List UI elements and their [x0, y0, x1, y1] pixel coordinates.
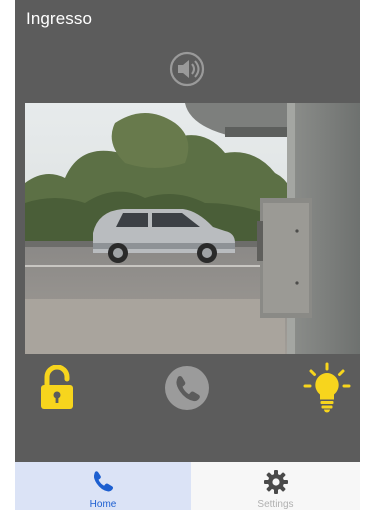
gear-icon — [263, 468, 289, 495]
unlock-icon — [41, 365, 73, 409]
speaker-button[interactable] — [165, 50, 209, 88]
camera-feed — [25, 103, 360, 354]
speaker-icon — [169, 51, 205, 87]
tab-settings-label: Settings — [257, 499, 294, 510]
phone-icon — [90, 468, 116, 495]
tab-home[interactable]: Home — [15, 462, 191, 510]
tab-settings[interactable]: Settings — [191, 462, 360, 510]
intercom-screen: Ingresso — [15, 0, 360, 462]
page-title: Ingresso — [26, 9, 93, 28]
tab-home-label: Home — [89, 499, 117, 510]
tab-bar: Home Settings — [15, 462, 360, 510]
light-button[interactable] — [301, 362, 353, 414]
call-button[interactable] — [161, 362, 213, 414]
unlock-button[interactable] — [31, 362, 83, 414]
phone-icon — [165, 366, 209, 410]
lightbulb-icon — [303, 362, 351, 413]
